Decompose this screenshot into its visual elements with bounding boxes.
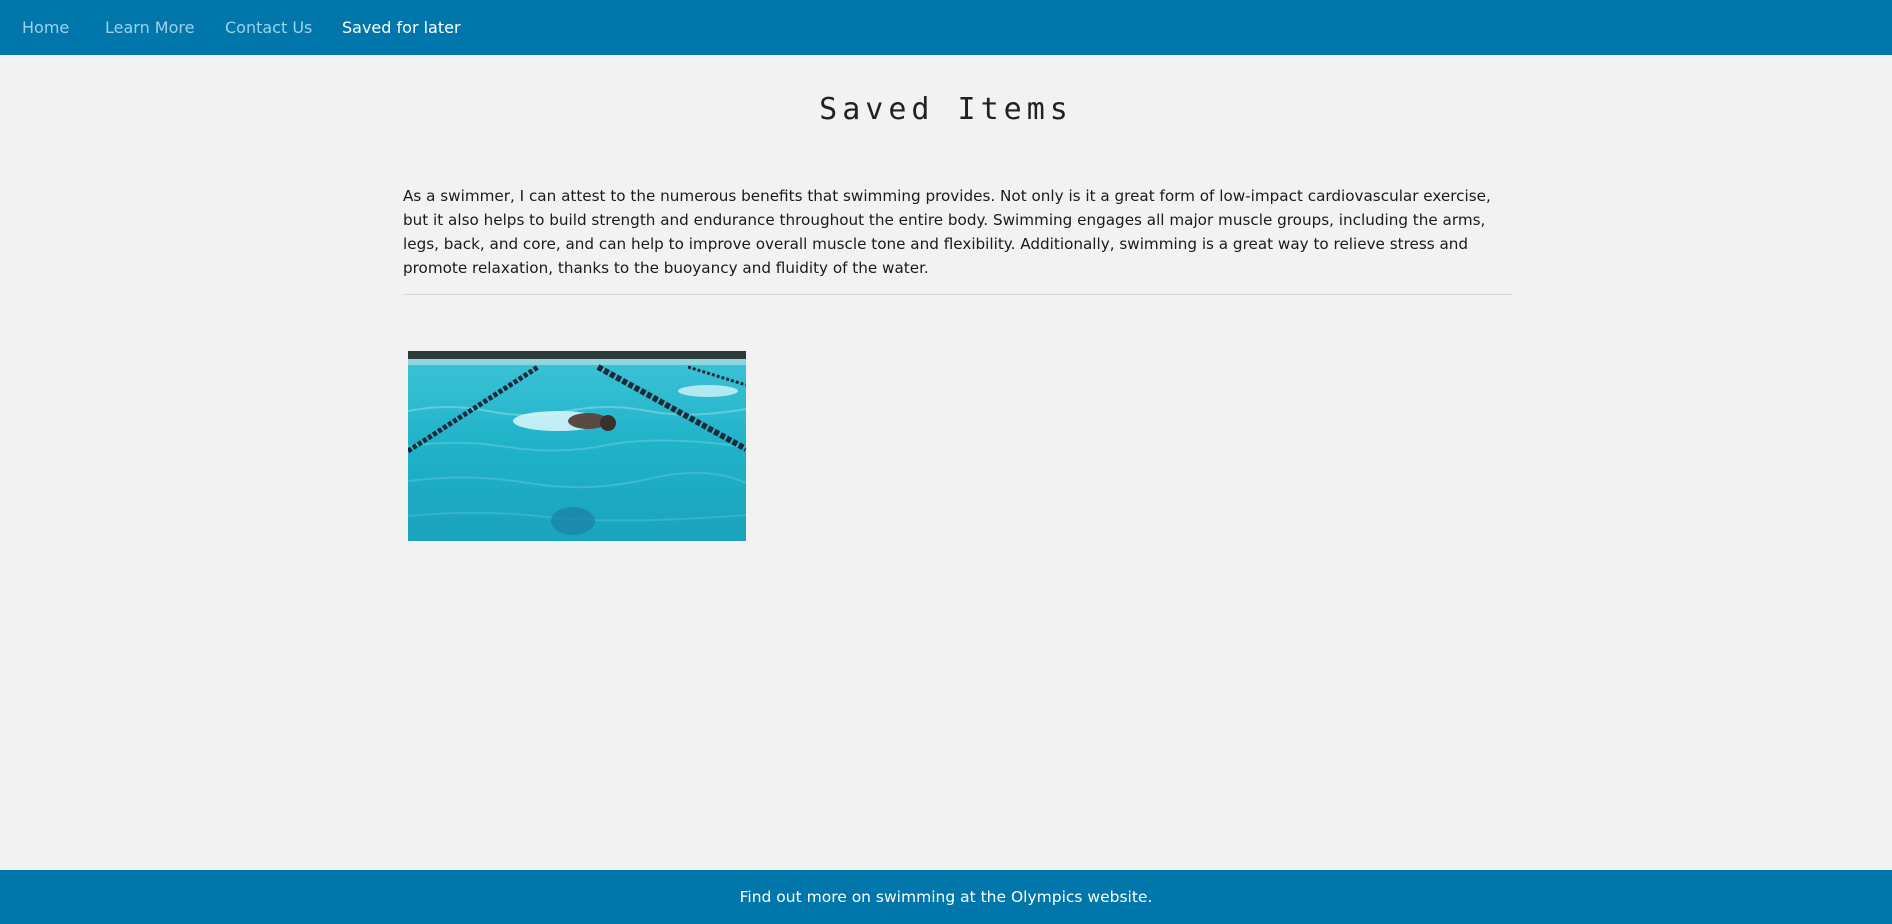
top-navbar: Home Learn More Contact Us Saved for lat…	[0, 0, 1892, 55]
nav-learn-more-link[interactable]: Learn More	[105, 18, 194, 37]
nav-home-link[interactable]: Home	[22, 18, 69, 37]
saved-item-card[interactable]	[408, 351, 746, 541]
nav-saved-for-later-link[interactable]: Saved for later	[342, 18, 461, 37]
footer: Find out more on swimming at the Olympic…	[0, 870, 1892, 924]
swimmer-in-pool-photo	[408, 351, 746, 541]
footer-text: Find out more on swimming at the Olympic…	[739, 888, 1153, 906]
nav-contact-us-link[interactable]: Contact Us	[225, 18, 312, 37]
section-divider	[403, 294, 1513, 295]
page-title: Saved Items	[819, 92, 1073, 127]
intro-paragraph: As a swimmer, I can attest to the numero…	[403, 187, 1491, 277]
